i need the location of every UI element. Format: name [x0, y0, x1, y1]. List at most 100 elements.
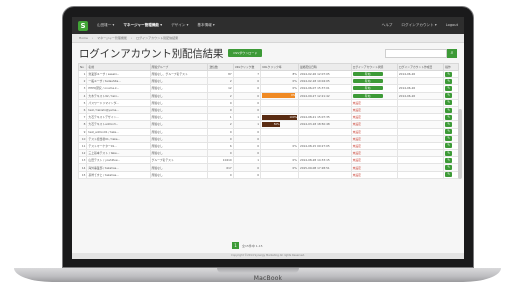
click-rate-cell [260, 170, 299, 179]
edit-button-cell[interactable]: ✎ [443, 98, 459, 107]
nav-item-manager[interactable]: マネージャー管理機能 ▾ [123, 23, 162, 28]
nav-item-basic-info[interactable]: 基本情報 ▾ [197, 23, 214, 28]
name-cell: 山田テスト / yoshifuw... [86, 156, 151, 165]
account-status-cell: 未設定 [350, 170, 398, 179]
search-button[interactable]: ⌕ [447, 48, 457, 58]
page-title: ログインアカウント別配信結果 [79, 47, 224, 60]
created-date-cell [396, 156, 445, 165]
name-cell: test / takishi@yama... [86, 105, 151, 115]
click-rate-cell: 50% [260, 120, 299, 129]
edit-button-cell[interactable]: ✎ [443, 69, 459, 79]
nav-help-link[interactable]: ヘルプ [382, 23, 393, 28]
edit-button-cell[interactable]: ✎ [443, 163, 459, 172]
click-rate-cell [260, 105, 299, 115]
column-header: 送信数 [207, 63, 234, 71]
name-cell: PHPQ研究 / onuma.k... [86, 84, 151, 93]
nav-item-user[interactable]: 山田雄一 ▾ [97, 23, 114, 28]
created-date-cell: 2014-06-26 [396, 69, 445, 79]
edit-icon[interactable]: ✎ [445, 165, 453, 171]
edit-button-cell[interactable]: ✎ [443, 120, 459, 129]
results-table: No 名前 所属グループ 送信数 URLクリック数 URLクリック率 最終配信日時 ログインア… [77, 63, 459, 179]
account-status-cell: 未設定 [350, 113, 398, 122]
created-date-cell [396, 120, 445, 129]
row-number-cell: 15 [77, 170, 88, 179]
edit-button-cell[interactable]: ✎ [443, 170, 459, 179]
status-badge-unset: 未設定 [352, 108, 361, 113]
click-rate-cell: 100% [260, 113, 299, 122]
search-input[interactable] [385, 48, 447, 58]
click-count-cell: 1 [232, 156, 262, 165]
edit-button-cell[interactable]: ✎ [443, 91, 459, 100]
sent-count-cell: 1 [207, 113, 234, 122]
pagination-summary: 全15件中 1-15 [242, 243, 263, 248]
breadcrumb-manager[interactable]: マネージャー管理機能 [97, 36, 127, 40]
edit-icon[interactable]: ✎ [445, 143, 453, 149]
table-row: 14 海外事業部 / takahas... 所属なし 617 0 0% 2015-09-08… [77, 163, 459, 172]
edit-icon[interactable]: ✎ [445, 93, 453, 99]
row-number-cell: 6 [77, 105, 88, 115]
csv-download-button[interactable]: CSVダウンロード [228, 49, 263, 57]
last-sent-cell: 2014-08-21 15:07:35 [297, 113, 352, 122]
edit-button-cell[interactable]: ✎ [443, 156, 459, 165]
row-number-cell: 4 [77, 91, 88, 100]
account-status-cell: 未設定 [350, 156, 398, 165]
group-cell: 所属なし [149, 91, 209, 100]
edit-button-cell[interactable]: ✎ [443, 149, 459, 158]
click-count-cell: 1 [232, 120, 262, 129]
edit-icon[interactable]: ✎ [445, 85, 453, 91]
group-cell: 所属なし [149, 134, 209, 143]
table-row: 12 三上基本テスト / take... 所属なし 0 0 未設定 ✎ [77, 149, 459, 158]
edit-icon[interactable]: ✎ [445, 129, 453, 135]
edit-icon[interactable]: ✎ [445, 157, 453, 163]
group-cell: 所属なし [149, 84, 209, 93]
breadcrumb-home[interactable]: Home [79, 36, 88, 40]
last-sent-cell: 2014-03-18 18:50:48 [297, 120, 352, 129]
group-cell: 所属なし [149, 77, 209, 86]
click-count-cell: 0 [232, 149, 262, 158]
edit-icon[interactable]: ✎ [445, 136, 453, 142]
group-cell: 所属なし [149, 141, 209, 151]
edit-button-cell[interactable]: ✎ [443, 84, 459, 93]
edit-icon[interactable]: ✎ [445, 100, 453, 106]
status-badge-unset: 未設定 [352, 165, 361, 170]
app-screen: S 山田雄一 ▾ マネージャー管理機能 ▾ デザイン ▾ 基本情報 ▾ ヘルプ … [72, 17, 464, 259]
status-badge-unset: 未設定 [352, 122, 361, 127]
name-cell: 海外事業部 / takahas... [86, 163, 151, 172]
edit-icon[interactable]: ✎ [445, 172, 453, 178]
app-logo[interactable]: S [78, 20, 88, 31]
column-header: URLクリック率 [260, 63, 299, 71]
edit-button-cell[interactable]: ✎ [443, 134, 459, 143]
edit-button-cell[interactable]: ✎ [443, 113, 459, 122]
edit-icon[interactable]: ✎ [445, 78, 453, 84]
edit-button-cell[interactable]: ✎ [443, 127, 459, 136]
created-date-cell [396, 98, 445, 107]
row-number-cell: 13 [77, 156, 88, 165]
account-status-cell: 有効 [350, 84, 398, 93]
last-sent-cell: 2014-09-27 12:21:42 [297, 91, 352, 100]
edit-icon[interactable]: ✎ [445, 121, 453, 127]
status-badge-active: 有効 [352, 86, 383, 91]
nav-logout-link[interactable]: Logout [446, 23, 458, 28]
table-row: 4 大木テキスト92 / taki... 所属なし 2 0 0% 2014-09-27 12… [77, 91, 459, 100]
table-row: 5 パスワードリマインダ... 所属なし 0 0 未設定 ✎ [77, 98, 459, 107]
row-number-cell: 1 [77, 69, 88, 79]
created-date-cell [396, 134, 445, 143]
edit-icon[interactable]: ✎ [445, 114, 453, 120]
account-status-cell: 未設定 [350, 98, 398, 107]
sent-count-cell: 0 [207, 105, 234, 115]
edit-button-cell[interactable]: ✎ [443, 141, 459, 151]
page-button-current[interactable]: 1 [232, 242, 239, 249]
edit-icon[interactable]: ✎ [445, 107, 453, 113]
click-rate-cell: 0% [260, 141, 299, 151]
edit-button-cell[interactable]: ✎ [443, 77, 459, 86]
sent-count-cell: 0 [207, 134, 234, 143]
nav-item-design[interactable]: デザイン ▾ [171, 23, 188, 28]
edit-icon[interactable]: ✎ [445, 150, 453, 156]
nav-account-menu[interactable]: ログインアカウント ▾ [401, 23, 436, 28]
edit-button-cell[interactable]: ✎ [443, 105, 459, 115]
breadcrumb-separator: › [130, 36, 133, 40]
edit-icon[interactable]: ✎ [445, 71, 453, 77]
table-scrollbar[interactable] [458, 109, 462, 179]
account-status-cell: 未設定 [350, 141, 398, 151]
name-cell: 基幹てすと / takahas... [86, 170, 151, 179]
